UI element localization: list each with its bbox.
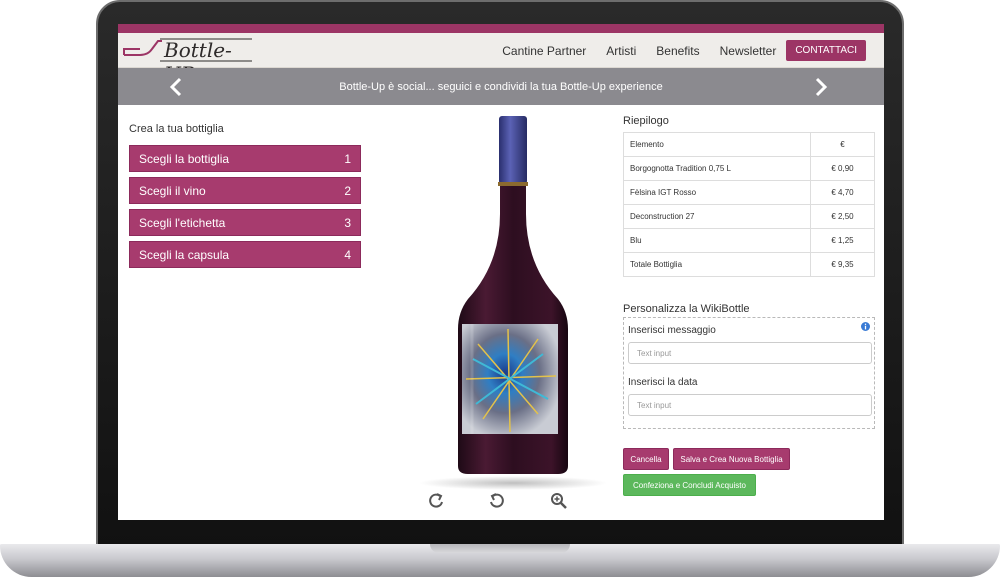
step-number: 4 (344, 247, 351, 262)
step-label: Scegli il vino (139, 183, 206, 198)
row-item: Totale Bottiglia (623, 252, 811, 277)
row-value: € 4,70 (810, 180, 875, 205)
header-value: € (810, 132, 875, 157)
builder-title: Crea la tua bottiglia (129, 123, 224, 135)
step-label: Scegli la bottiglia (139, 151, 230, 166)
summary-table: Elemento € Borgognotta Tradition 0,75 L … (623, 132, 875, 277)
message-label: Inserisci messaggio (628, 325, 716, 336)
date-label: Inserisci la data (628, 377, 698, 388)
chevron-left-icon[interactable] (168, 77, 186, 97)
step-label: Scegli l'etichetta (139, 215, 226, 230)
message-input[interactable]: Text input (628, 342, 872, 364)
step-choose-capsule[interactable]: Scegli la capsula 4 (129, 241, 361, 268)
social-banner: Bottle-Up è social... seguici e condivid… (118, 68, 884, 105)
step-number: 2 (344, 183, 351, 198)
zoom-in-icon[interactable] (550, 492, 568, 510)
row-item: Blu (623, 228, 811, 253)
step-number: 1 (344, 151, 351, 166)
laptop-notch (430, 544, 570, 553)
bottle-preview (438, 114, 588, 484)
date-input[interactable]: Text input (628, 394, 872, 416)
nav-newsletter[interactable]: Newsletter (720, 44, 777, 58)
rotate-right-icon[interactable] (427, 492, 445, 510)
navbar: Bottle-UP Cantine Partner Artisti Benefi… (118, 33, 884, 86)
summary-title: Riepilogo (623, 115, 669, 127)
cancel-button[interactable]: Cancella (623, 448, 669, 470)
step-choose-label[interactable]: Scegli l'etichetta 3 (129, 209, 361, 236)
contact-button[interactable]: CONTATTACI (786, 40, 866, 61)
nav-benefits[interactable]: Benefits (656, 44, 699, 58)
step-choose-bottle[interactable]: Scegli la bottiglia 1 (129, 145, 361, 172)
logo[interactable]: Bottle-UP (122, 35, 257, 86)
table-row: Totale Bottiglia € 9,35 (623, 252, 875, 277)
top-accent-bar (118, 24, 884, 33)
chevron-right-icon[interactable] (811, 77, 829, 97)
rotate-left-icon[interactable] (488, 492, 506, 510)
row-item: Borgognotta Tradition 0,75 L (623, 156, 811, 181)
personalize-box: Inserisci messaggio Text input Inserisci… (623, 317, 875, 429)
info-icon[interactable] (861, 322, 870, 331)
table-row: Deconstruction 27 € 2,50 (623, 204, 875, 229)
banner-text: Bottle-Up è social... seguici e condivid… (339, 80, 663, 93)
checkout-button[interactable]: Confeziona e Concludi Acquisto (623, 474, 756, 496)
step-label: Scegli la capsula (139, 247, 230, 262)
step-number: 3 (344, 215, 351, 230)
personalize-title: Personalizza la WikiBottle (623, 303, 750, 315)
row-item: Fèlsina IGT Rosso (623, 180, 811, 205)
header-item: Elemento (623, 132, 811, 157)
row-item: Deconstruction 27 (623, 204, 811, 229)
table-row: Blu € 1,25 (623, 228, 875, 253)
row-value: € 1,25 (810, 228, 875, 253)
table-row: Borgognotta Tradition 0,75 L € 0,90 (623, 156, 875, 181)
step-choose-wine[interactable]: Scegli il vino 2 (129, 177, 361, 204)
table-header-row: Elemento € (623, 132, 875, 157)
wine-bottle-image (458, 116, 568, 474)
table-row: Fèlsina IGT Rosso € 4,70 (623, 180, 875, 205)
nav-links: Cantine Partner Artisti Benefits Newslet… (482, 33, 866, 68)
save-new-bottle-button[interactable]: Salva e Crea Nuova Bottiglia (673, 448, 790, 470)
screen: Bottle-UP Cantine Partner Artisti Benefi… (118, 24, 884, 520)
nav-artisti[interactable]: Artisti (606, 44, 636, 58)
row-value: € 0,90 (810, 156, 875, 181)
row-value: € 9,35 (810, 252, 875, 277)
row-value: € 2,50 (810, 204, 875, 229)
nav-cantine-partner[interactable]: Cantine Partner (502, 44, 586, 58)
